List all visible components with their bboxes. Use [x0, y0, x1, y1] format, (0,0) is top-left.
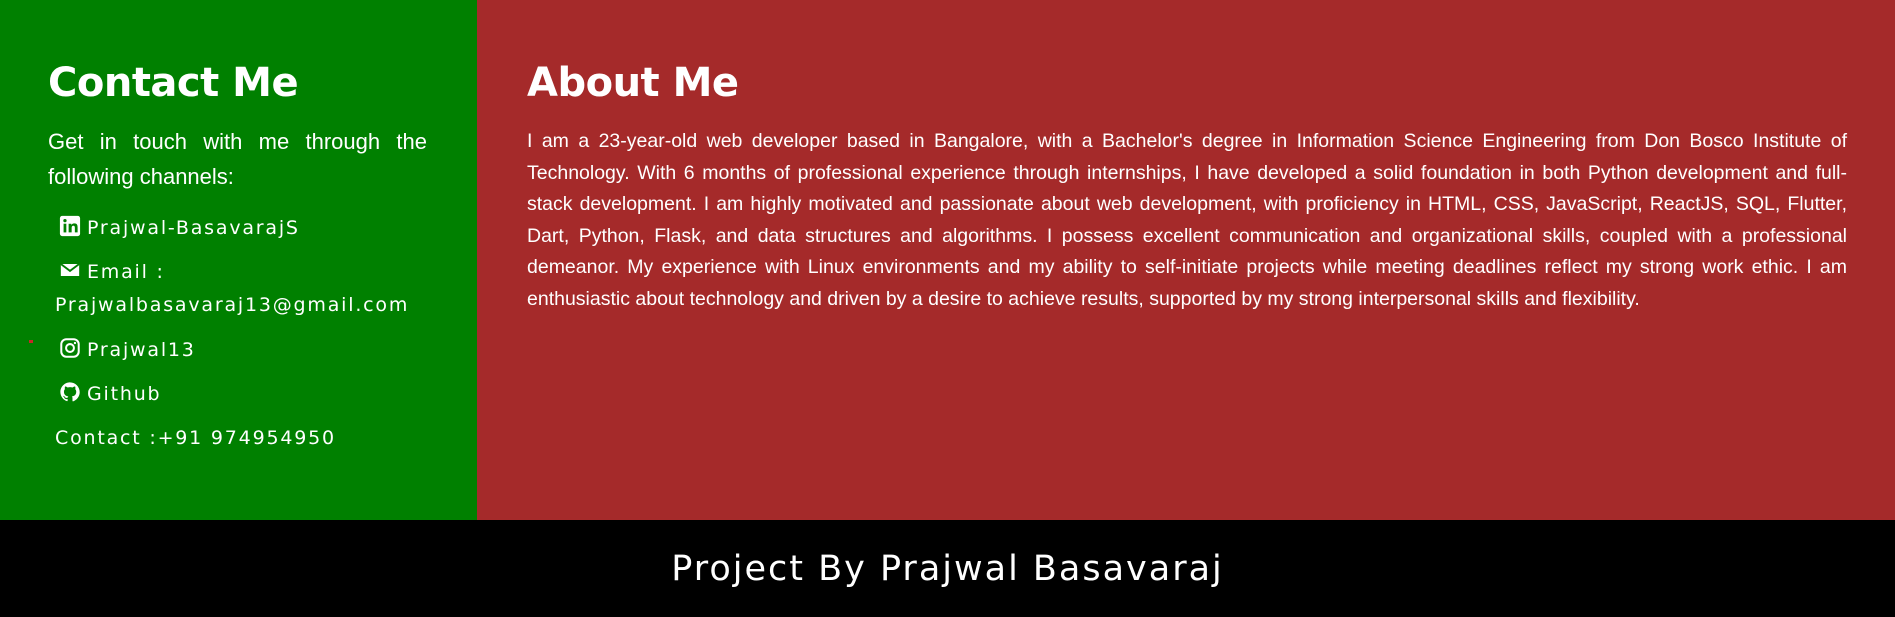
github-label: Github [87, 383, 162, 405]
email-address: Prajwalbasavaraj13@gmail.com [55, 294, 410, 316]
instagram-link[interactable]: Prajwal13 [55, 334, 427, 366]
contact-intro: Get in touch with me through the followi… [48, 129, 427, 189]
contact-title: Contact Me [48, 60, 299, 106]
about-title: About Me [527, 60, 739, 106]
decorative-dot [29, 340, 33, 343]
linkedin-label: Prajwal-BasavarajS [87, 217, 300, 239]
linkedin-icon [59, 215, 81, 237]
envelope-icon [59, 259, 81, 281]
contact-section: Contact Me Get in touch with me through … [0, 0, 477, 520]
linkedin-link[interactable]: Prajwal-BasavarajS [55, 212, 427, 244]
instagram-label: Prajwal13 [87, 339, 196, 361]
phone-contact: Contact :+91 974954950 [55, 422, 427, 454]
instagram-icon [59, 337, 81, 359]
email-label: Email : [87, 261, 165, 283]
phone-label: Contact :+91 974954950 [55, 427, 336, 449]
footer: Project By Prajwal Basavaraj [0, 520, 1895, 617]
email-link[interactable]: Email : Prajwalbasavaraj13@gmail.com [55, 256, 427, 322]
about-bio: I am a 23-year-old web developer based i… [527, 130, 1847, 310]
github-icon [59, 381, 81, 403]
github-link[interactable]: Github [55, 378, 427, 410]
main-content: Contact Me Get in touch with me through … [0, 0, 1895, 520]
footer-credit: Project By Prajwal Basavaraj [671, 548, 1224, 589]
about-section: About Me I am a 23-year-old web develope… [477, 0, 1895, 520]
contact-channels: Prajwal-BasavarajS Email : Prajwalbasavar… [48, 212, 427, 454]
